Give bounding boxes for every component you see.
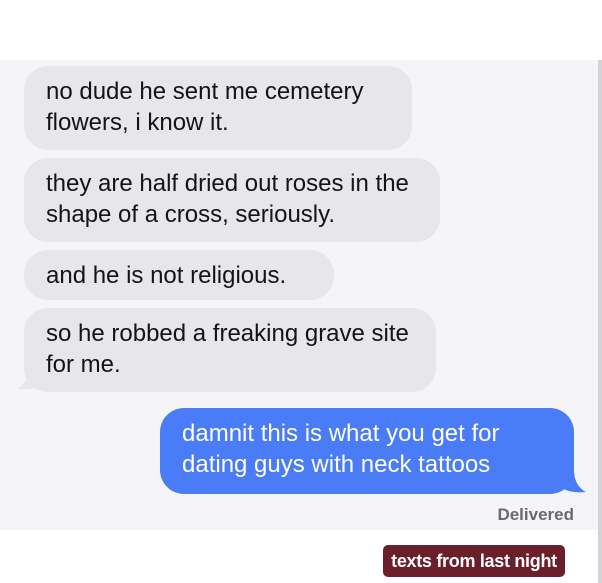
received-message-bubble[interactable]: so he robbed a freaking grave site for m… (24, 308, 436, 392)
received-bubble-tail (17, 367, 41, 390)
message-thread-screen: no dude he sent me cemetery flowers, i k… (0, 0, 602, 583)
texts-from-last-night-watermark: texts from last night (383, 545, 565, 577)
received-message-bubble[interactable]: and he is not religious. (24, 250, 334, 300)
received-message-bubble[interactable]: they are half dried out roses in the sha… (24, 158, 440, 242)
right-edge-divider (598, 60, 602, 583)
sent-message-bubble[interactable]: damnit this is what you get for dating g… (160, 408, 574, 494)
received-message-bubble[interactable]: no dude he sent me cemetery flowers, i k… (24, 66, 412, 150)
delivered-status: Delivered (497, 505, 574, 524)
sent-bubble-tail (562, 470, 586, 493)
